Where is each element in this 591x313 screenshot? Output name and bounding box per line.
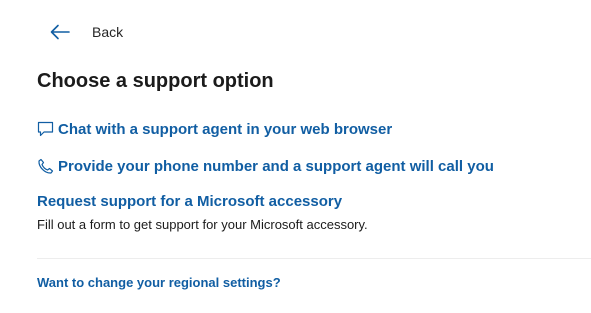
page-title: Choose a support option: [37, 70, 274, 92]
phone-option-label: Provide your phone number and a support …: [58, 157, 494, 175]
accessory-description: Fill out a form to get support for your …: [37, 217, 368, 232]
phone-icon: [37, 157, 55, 175]
back-button[interactable]: Back: [50, 20, 123, 44]
phone-option-link[interactable]: Provide your phone number and a support …: [37, 157, 494, 175]
support-options-page: Back Choose a support option Chat with a…: [0, 0, 591, 313]
accessory-option-label: Request support for a Microsoft accessor…: [37, 193, 343, 210]
divider: [37, 258, 591, 259]
arrow-left-icon: [50, 24, 70, 40]
accessory-option-link[interactable]: Request support for a Microsoft accessor…: [37, 193, 342, 210]
regional-settings-link[interactable]: Want to change your regional settings?: [37, 275, 281, 290]
chat-option-link[interactable]: Chat with a support agent in your web br…: [37, 120, 392, 138]
chat-option-label: Chat with a support agent in your web br…: [58, 120, 393, 138]
back-label: Back: [92, 24, 124, 40]
chat-bubble-icon: [37, 120, 55, 138]
